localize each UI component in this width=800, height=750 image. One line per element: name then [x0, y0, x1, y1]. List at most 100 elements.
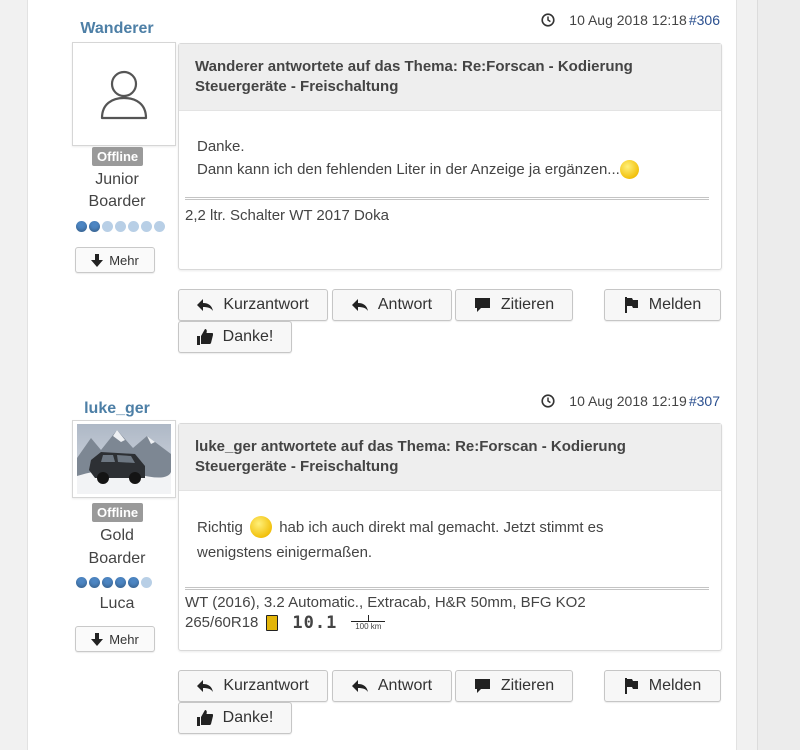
more-label: Mehr — [109, 631, 139, 647]
avatar-car-photo — [77, 424, 171, 494]
quick-reply-button[interactable]: Kurzantwort — [178, 289, 328, 321]
post-body-text: Dann kann ich den fehlenden Liter in der… — [197, 161, 620, 178]
consumption-value: 10.1 — [292, 613, 338, 633]
rank-dot — [102, 577, 113, 588]
signature: 2,2 ltr. Schalter WT 2017 Doka — [179, 200, 721, 226]
signature-line-1: WT (2016), 3.2 Automatic., Extracab, H&R… — [185, 594, 586, 611]
post-title[interactable]: Wanderer antwortete auf das Thema: Re:Fo… — [179, 44, 721, 111]
winking-emoji-icon — [250, 516, 273, 539]
right-scroll-rail — [757, 0, 800, 750]
signature-tire-size: 265/60R18 — [185, 614, 259, 631]
post-meta: 10 Aug 2018 12:19 #307 — [541, 393, 720, 409]
rank-stars — [76, 577, 152, 588]
post-panel: luke_ger antwortete auf das Thema: Re:Fo… — [178, 423, 722, 651]
reply-arrow-icon — [197, 680, 214, 692]
author-real-name: Luca — [99, 595, 135, 612]
thumbs-up-icon — [196, 710, 213, 726]
post-body-line-1: Richtig hab ich auch direkt mal gemacht.… — [197, 515, 703, 540]
rank-dot — [102, 221, 113, 232]
rank-dot — [76, 577, 87, 588]
post-body: Richtig hab ich auch direkt mal gemacht.… — [179, 491, 721, 565]
clock-icon — [541, 13, 555, 27]
rank-line-2: Boarder — [88, 550, 146, 567]
rank-line-2: Boarder — [88, 193, 146, 210]
rank-dot — [141, 577, 152, 588]
thanks-label: Danke! — [222, 709, 274, 726]
quote-button[interactable]: Zitieren — [455, 670, 573, 702]
speech-bubble-icon — [474, 679, 490, 693]
report-label: Melden — [648, 677, 702, 694]
more-button[interactable]: Mehr — [75, 626, 155, 652]
post-body-line-2: Dann kann ich den fehlenden Liter in der… — [197, 158, 703, 181]
reply-button[interactable]: Antwort — [332, 670, 452, 702]
thumbs-up-icon — [196, 329, 213, 345]
post-body-line-1: Danke. — [197, 138, 245, 155]
quote-label: Zitieren — [500, 677, 555, 694]
signature-line-1: 2,2 ltr. Schalter WT 2017 Doka — [185, 207, 389, 224]
clock-icon — [541, 394, 555, 408]
reply-arrow-icon — [351, 299, 368, 311]
reply-arrow-icon — [197, 299, 214, 311]
post-body-text-start: Richtig — [197, 519, 243, 536]
more-button[interactable]: Mehr — [75, 247, 155, 273]
rank-dot — [128, 221, 139, 232]
rank-dot — [115, 577, 126, 588]
user-silhouette-icon — [100, 70, 148, 120]
quote-button[interactable]: Zitieren — [455, 289, 573, 321]
quick-reply-label: Kurzantwort — [223, 296, 309, 313]
consumption-unit: 100 km — [351, 615, 386, 631]
post-body-line-2: wenigstens einigermaßen. — [197, 544, 373, 561]
user-avatar-photo[interactable] — [72, 420, 176, 498]
fuel-pump-icon — [266, 615, 279, 631]
default-avatar[interactable] — [72, 42, 176, 146]
unit-label: 100 km — [355, 622, 382, 631]
thanks-button[interactable]: Danke! — [178, 321, 292, 353]
status-badge: Offline — [92, 147, 144, 166]
rank-stars — [76, 221, 165, 232]
post-date: 10 Aug 2018 12:18 — [569, 12, 687, 28]
rank-dot — [89, 577, 100, 588]
status-badge: Offline — [92, 503, 144, 522]
post-title-line-2: Steuergeräte - Freischaltung — [195, 458, 399, 475]
post-username[interactable]: luke_ger — [60, 400, 174, 418]
thanks-button[interactable]: Danke! — [178, 702, 292, 734]
thanks-label: Danke! — [222, 328, 274, 345]
post-title-line-1: Wanderer antwortete auf das Thema: Re:Fo… — [195, 58, 633, 75]
post-meta: 10 Aug 2018 12:18 #306 — [541, 12, 720, 28]
quote-label: Zitieren — [500, 296, 555, 313]
post-panel: Wanderer antwortete auf das Thema: Re:Fo… — [178, 43, 722, 270]
smiley-emoji-icon — [619, 159, 639, 179]
post-title-line-2: Steuergeräte - Freischaltung — [195, 78, 399, 95]
report-button[interactable]: Melden — [604, 670, 721, 702]
signature: WT (2016), 3.2 Automatic., Extracab, H&R… — [179, 590, 721, 633]
reply-label: Antwort — [377, 677, 433, 694]
rank-dot — [76, 221, 87, 232]
rank-dot — [128, 577, 139, 588]
post-body: Danke. Dann kann ich den fehlenden Liter… — [179, 111, 721, 181]
post-title-line-1: luke_ger antwortete auf das Thema: Re:Fo… — [195, 438, 626, 455]
report-button[interactable]: Melden — [604, 289, 721, 321]
flag-icon — [624, 297, 638, 313]
more-label: Mehr — [109, 252, 139, 268]
arrow-down-icon — [91, 253, 104, 267]
rank-dot — [141, 221, 152, 232]
post-number-link[interactable]: #306 — [689, 12, 720, 28]
report-label: Melden — [648, 296, 702, 313]
post-body-text-end: hab ich auch direkt mal gemacht. Jetzt s… — [279, 519, 604, 536]
reply-button[interactable]: Antwort — [332, 289, 452, 321]
post-number-link[interactable]: #307 — [689, 393, 720, 409]
rank-line-1: Junior — [95, 171, 139, 188]
rank-dot — [154, 221, 165, 232]
arrow-down-icon — [91, 632, 104, 646]
quick-reply-label: Kurzantwort — [223, 677, 309, 694]
post-username[interactable]: Wanderer — [60, 20, 174, 38]
rank-line-1: Gold — [100, 527, 134, 544]
quick-reply-button[interactable]: Kurzantwort — [178, 670, 328, 702]
rank-dot — [115, 221, 126, 232]
rank-dot — [89, 221, 100, 232]
reply-arrow-icon — [351, 680, 368, 692]
signature-line-2: 265/60R18 10.1 100 km — [185, 613, 713, 633]
post-title[interactable]: luke_ger antwortete auf das Thema: Re:Fo… — [179, 424, 721, 491]
reply-label: Antwort — [377, 296, 433, 313]
flag-icon — [624, 678, 638, 694]
